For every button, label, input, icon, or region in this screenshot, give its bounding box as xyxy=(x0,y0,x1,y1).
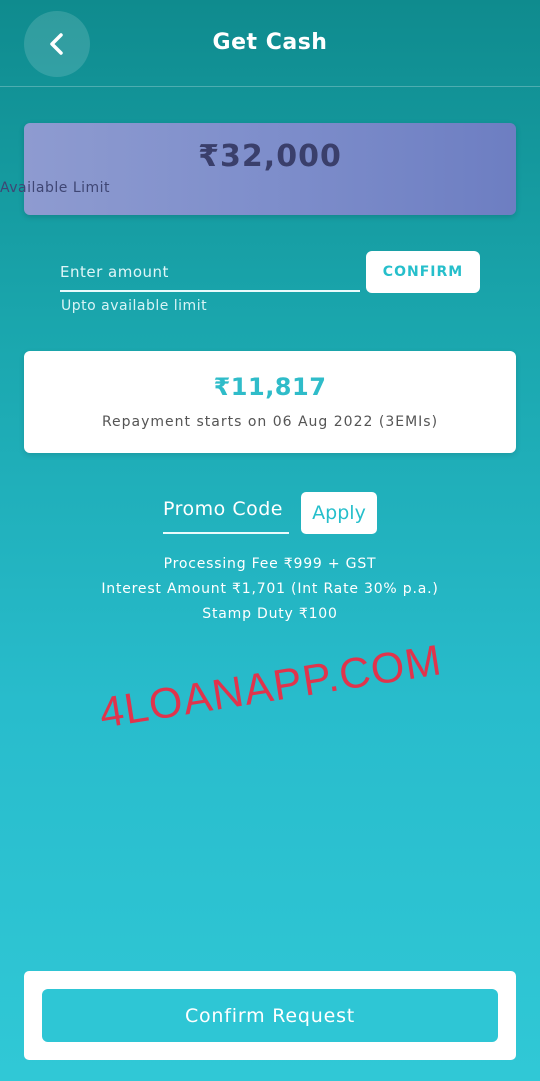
amount-input[interactable] xyxy=(60,254,360,292)
interest-amount-text: Interest Amount ₹1,701 (Int Rate 30% p.a… xyxy=(101,581,439,597)
repayment-card: ₹11,817 Repayment starts on 06 Aug 2022 … xyxy=(24,351,516,453)
confirm-request-button[interactable]: Confirm Request xyxy=(42,989,498,1042)
page-title: Get Cash xyxy=(212,30,328,55)
repayment-start-text: Repayment starts on 06 Aug 2022 (3EMIs) xyxy=(101,414,439,430)
watermark: 4LOANAPP.COM xyxy=(96,636,446,738)
available-limit-label: Available Limit xyxy=(0,180,111,196)
apply-promo-button[interactable]: Apply xyxy=(301,492,377,534)
promo-code-field[interactable]: Promo Code xyxy=(163,498,289,534)
processing-fee-text: Processing Fee ₹999 + GST xyxy=(163,556,377,572)
available-limit-amount: ₹32,000 xyxy=(198,139,342,174)
stamp-duty-text: Stamp Duty ₹100 xyxy=(202,606,338,622)
amount-helper-text: Upto available limit xyxy=(61,298,208,314)
app-header: Get Cash xyxy=(0,0,540,87)
emi-amount: ₹11,817 xyxy=(213,373,327,401)
confirm-amount-button[interactable]: CONFIRM xyxy=(366,251,480,293)
available-limit-card: ₹32,000 xyxy=(24,123,516,215)
